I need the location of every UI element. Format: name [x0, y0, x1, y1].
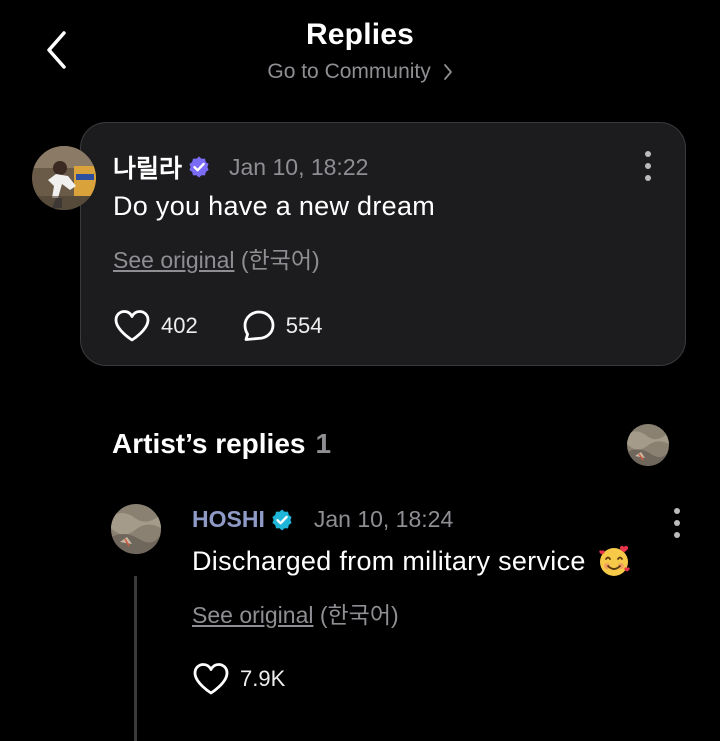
- verified-badge-icon: [270, 508, 294, 532]
- reply-header: HOSHI Jan 10, 18:24: [192, 506, 453, 533]
- post-author-name[interactable]: 나릴라: [113, 149, 182, 185]
- artist-avatar-small[interactable]: [627, 424, 669, 466]
- like-count: 402: [161, 313, 198, 338]
- reply-see-original: See original (한국어): [192, 596, 399, 630]
- comment-button[interactable]: 554: [242, 309, 323, 343]
- original-language-label: (한국어): [240, 247, 320, 273]
- chevron-right-icon: [443, 64, 452, 81]
- post-see-original: See original (한국어): [113, 241, 320, 275]
- see-original-link[interactable]: See original: [113, 247, 234, 273]
- like-button[interactable]: 402: [113, 309, 198, 343]
- more-vertical-icon: [674, 508, 680, 514]
- reply-author-avatar[interactable]: [111, 504, 161, 554]
- heart-icon: [193, 663, 229, 695]
- artist-replies-count: 1: [315, 428, 332, 459]
- post-card: 나릴라 Jan 10, 18:22 Do you have a new drea…: [80, 122, 686, 366]
- post-more-button[interactable]: [641, 151, 655, 181]
- artist-replies-title: Artist’s replies: [112, 428, 306, 459]
- reply-like-button[interactable]: 7.9K: [192, 662, 285, 696]
- post-timestamp: Jan 10, 18:22: [229, 153, 369, 180]
- reply-text-row: Discharged from military service: [192, 543, 632, 579]
- reply-actions: 7.9K: [192, 662, 285, 696]
- reply-timestamp: Jan 10, 18:24: [313, 506, 454, 532]
- reply-like-count: 7.9K: [240, 666, 286, 691]
- reply-more-button[interactable]: [670, 508, 684, 538]
- post-author-avatar[interactable]: [32, 146, 96, 210]
- reply-see-original-link[interactable]: See original: [192, 602, 313, 628]
- reply-text: Discharged from military service: [192, 545, 586, 576]
- post-header: 나릴라 Jan 10, 18:22: [113, 149, 368, 185]
- post-actions: 402 554: [113, 309, 322, 343]
- reply-original-language-label: (한국어): [319, 602, 399, 628]
- go-to-community-link[interactable]: Go to Community: [0, 60, 720, 84]
- post-text: Do you have a new dream: [113, 191, 436, 221]
- heart-icon: [114, 310, 150, 342]
- artist-replies-heading: Artist’s replies 1: [112, 428, 331, 460]
- smiling-face-with-hearts-emoji: [596, 543, 632, 579]
- reply-author-name[interactable]: HOSHI: [192, 506, 265, 533]
- replies-screen: Replies Go to Community 나릴라 Jan 10, 18:2…: [0, 0, 720, 741]
- comment-bubble-icon: [243, 310, 275, 341]
- community-link-label: Go to Community: [267, 60, 431, 83]
- page-title: Replies: [305, 18, 415, 51]
- verified-badge-icon: [187, 155, 211, 179]
- comment-count: 554: [285, 313, 323, 338]
- more-vertical-icon: [645, 151, 651, 157]
- thread-line: [134, 576, 137, 741]
